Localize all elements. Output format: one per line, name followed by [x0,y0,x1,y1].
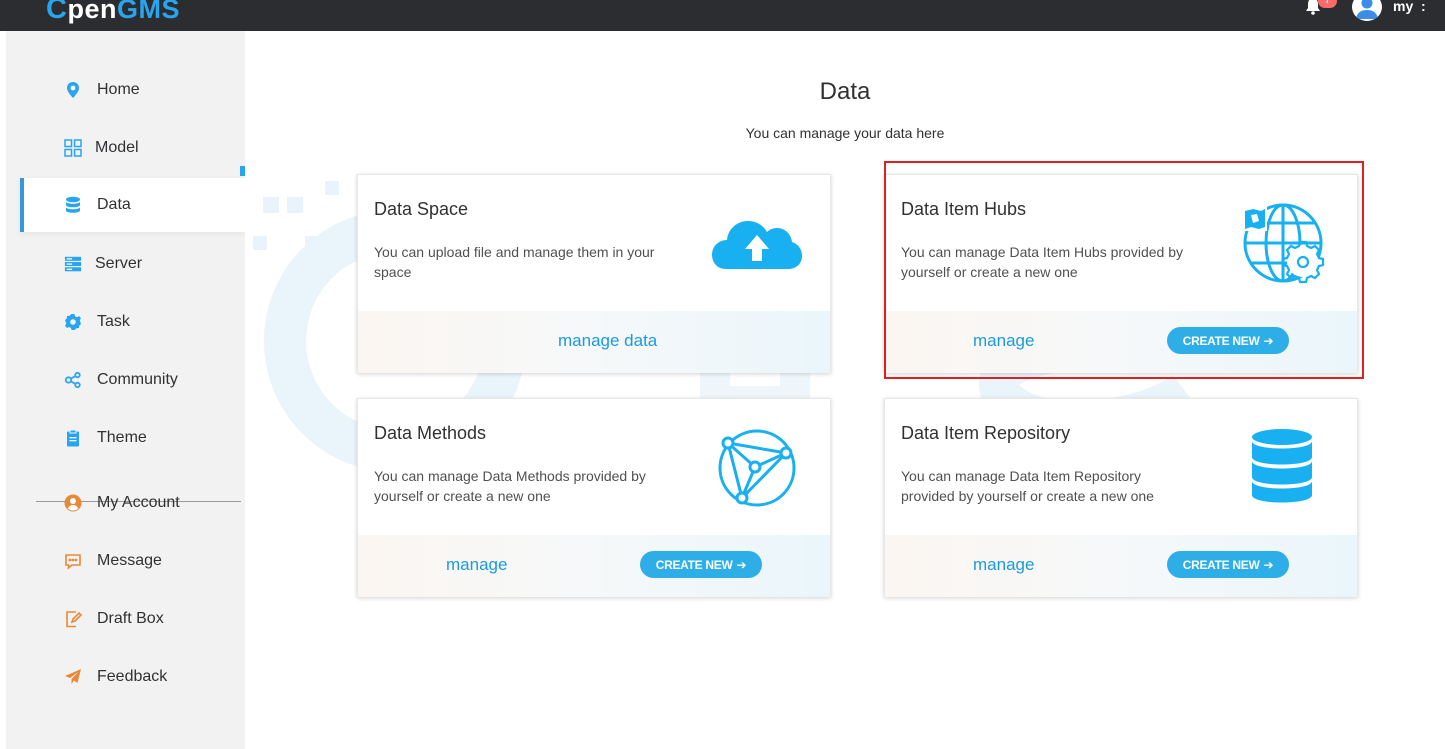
manage-data-link[interactable]: manage data [558,331,657,351]
button-label: CREATE NEW [655,557,733,572]
card-title: Data Methods [374,423,487,443]
sidebar-item-label: Theme [97,429,147,446]
gear-icon [64,313,82,331]
card-data-item-repository: Data Item Repository You can manage Data… [884,398,1358,597]
card-data-item-hubs: Data Item Hubs You can manage Data Item … [884,174,1358,373]
card-description: You can upload file and manage them in y… [374,244,655,280]
edit-note-icon [64,610,82,628]
sidebar-item-label: My Account [97,494,180,511]
arrow-right-icon: ➔ [1263,333,1274,348]
card-description: You can manage Data Item Repository prov… [901,468,1154,504]
sidebar-item-label: Home [97,81,140,98]
logo-gms: GMS [116,0,180,24]
sidebar-item-theme[interactable]: Theme [20,411,245,465]
active-indicator [20,178,24,232]
card-footer: manage CREATE NEW ➔ [358,535,830,597]
create-new-button[interactable]: CREATE NEW ➔ [1167,327,1289,354]
sidebar-item-my-account[interactable]: My Account [20,476,245,530]
opengms-logo[interactable]: CpenGMS [46,0,180,26]
chat-bubble-icon [64,552,82,570]
page-subtitle: You can manage your data here [745,125,945,141]
sidebar-item-label: Draft Box [97,610,164,627]
sidebar-item-server[interactable]: Server [20,237,245,291]
logo-pen: pen [67,0,117,24]
button-label: CREATE NEW [1182,557,1260,572]
top-bar: CpenGMS 7 my : [0,0,1445,31]
button-label: CREATE NEW [1182,333,1260,348]
sidebar-item-label: Server [95,255,143,272]
network-triangle-icon [718,429,796,507]
card-title: Data Item Repository [901,423,1071,443]
database-stack-icon [1252,429,1312,503]
globe-gear-icon [1241,203,1325,284]
sidebar-item-model[interactable]: Model [20,121,245,175]
logo-o: C [46,0,68,25]
sidebar-item-label: Feedback [97,668,168,685]
share-nodes-icon [64,371,82,389]
arrow-right-icon: ➔ [736,557,747,572]
card-data-space: Data Space You can upload file and manag… [357,174,831,373]
sidebar-item-label: Data [97,196,131,213]
avatar[interactable] [1352,0,1382,21]
card-title: Data Space [374,199,469,219]
manage-link[interactable]: manage [973,331,1034,351]
main-content: Data You can manage your data here Data … [245,31,1445,749]
manage-link[interactable]: manage [973,555,1034,575]
paper-plane-icon [64,668,82,686]
sidebar-item-label: Message [97,552,162,569]
sidebar-item-task[interactable]: Task [20,295,245,349]
user-avatar-icon [1353,0,1381,21]
sidebar-item-label: Task [97,313,130,330]
sidebar-item-label: Model [95,139,139,156]
manage-link[interactable]: manage [446,555,507,575]
card-title: Data Item Hubs [901,199,1027,219]
sidebar: Home Model Data Server Task Community Th… [6,31,245,749]
location-pin-icon [64,81,82,99]
sidebar-item-community[interactable]: Community [20,353,245,407]
card-footer: manage data [358,311,830,373]
sidebar-item-message[interactable]: Message [20,534,245,588]
create-new-button[interactable]: CREATE NEW ➔ [1167,551,1289,578]
cloud-upload-icon [712,221,802,269]
sidebar-item-draft-box[interactable]: Draft Box [20,592,245,646]
sidebar-item-label: Community [97,371,178,388]
notification-badge: 7 [1318,0,1337,8]
card-data-methods: Data Methods You can manage Data Methods… [357,398,831,597]
card-footer: manage CREATE NEW ➔ [885,311,1357,373]
create-new-button[interactable]: CREATE NEW ➔ [640,551,762,578]
database-icon [64,196,82,214]
card-description: You can manage Data Item Hubs provided b… [901,244,1183,280]
more-menu-icon[interactable]: : [1421,0,1426,14]
grid-icon [64,139,82,157]
server-icon [64,255,82,273]
user-circle-icon [64,494,82,512]
page-title: Data [819,78,871,105]
sidebar-item-home[interactable]: Home [20,63,245,117]
arrow-right-icon: ➔ [1263,557,1274,572]
sidebar-item-feedback[interactable]: Feedback [20,650,245,704]
clipboard-icon [64,429,82,447]
card-description: You can manage Data Methods provided by … [374,468,646,504]
card-footer: manage CREATE NEW ➔ [885,535,1357,597]
user-name[interactable]: my [1393,0,1413,14]
sidebar-item-data[interactable]: Data [20,178,245,232]
